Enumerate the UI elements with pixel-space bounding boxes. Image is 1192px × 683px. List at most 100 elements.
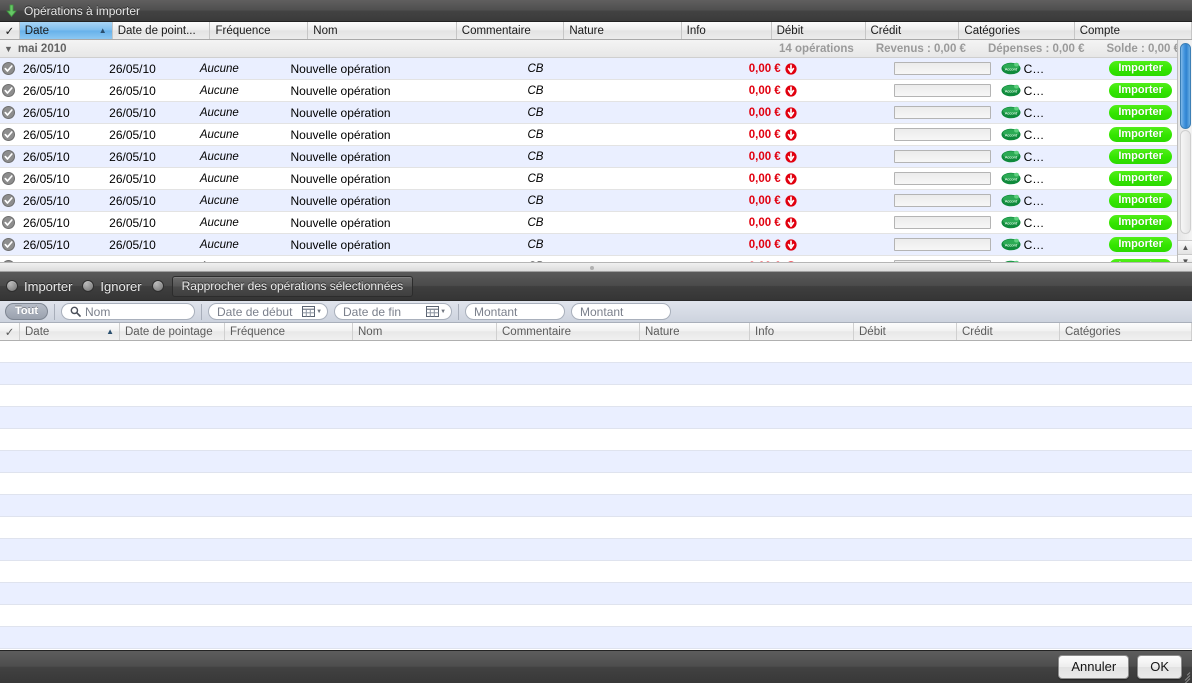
ok-button[interactable]: OK <box>1137 655 1182 679</box>
radio-rapprocher[interactable] <box>151 280 164 292</box>
cell-action[interactable]: Importer <box>1104 234 1177 255</box>
date-debut-input[interactable]: Date de début ▼ <box>208 303 329 320</box>
lower-column-header-credit[interactable]: Crédit <box>957 323 1060 340</box>
upper-column-header-nom[interactable]: Nom <box>308 22 457 39</box>
cancel-button[interactable]: Annuler <box>1058 655 1130 679</box>
table-row[interactable] <box>0 363 1192 385</box>
row-import-button[interactable]: Importer <box>1109 237 1172 252</box>
upper-vertical-scrollbar[interactable]: ▲ ▼ <box>1177 40 1192 268</box>
radio-button-icon[interactable] <box>6 280 18 292</box>
lower-column-header-comm[interactable]: Commentaire <box>497 323 640 340</box>
row-import-button[interactable]: Importer <box>1109 171 1172 186</box>
table-row[interactable]: 26/05/10 26/05/10 Aucune Nouvelle opération… <box>0 212 1177 234</box>
row-checkbox[interactable] <box>0 168 18 189</box>
lower-column-header-cat[interactable]: Catégories <box>1060 323 1192 340</box>
montant-max-input[interactable]: Montant <box>571 303 672 320</box>
category-input[interactable] <box>893 84 991 97</box>
table-row[interactable] <box>0 341 1192 363</box>
search-name-input[interactable]: Nom <box>61 303 196 320</box>
table-row[interactable] <box>0 605 1192 627</box>
cell-action[interactable]: Importer <box>1104 124 1177 145</box>
scrollbar-thumb[interactable] <box>1180 43 1191 129</box>
cell-action[interactable]: Importer <box>1104 212 1177 233</box>
cell-action[interactable]: Importer <box>1104 168 1177 189</box>
row-checkbox[interactable] <box>0 212 18 233</box>
category-input[interactable] <box>893 194 991 207</box>
row-import-button[interactable]: Importer <box>1109 83 1172 98</box>
table-row[interactable] <box>0 539 1192 561</box>
category-input[interactable] <box>893 62 991 75</box>
cell-action[interactable]: Importer <box>1104 80 1177 101</box>
category-input[interactable] <box>893 172 991 185</box>
table-row[interactable] <box>0 583 1192 605</box>
row-import-button[interactable]: Importer <box>1109 215 1172 230</box>
group-expand-icon[interactable]: ▼ <box>4 44 13 54</box>
row-checkbox[interactable] <box>0 190 18 211</box>
upper-column-header-credit[interactable]: Crédit <box>866 22 960 39</box>
lower-column-header-check[interactable]: ✓ <box>0 323 20 340</box>
table-row[interactable] <box>0 627 1192 649</box>
cell-action[interactable]: Importer <box>1104 102 1177 123</box>
category-input[interactable] <box>893 216 991 229</box>
group-header-row[interactable]: ▼ mai 2010 14 opérations Revenus : 0,00 … <box>0 40 1192 58</box>
table-row[interactable]: 26/05/10 26/05/10 Aucune Nouvelle opération… <box>0 80 1177 102</box>
upper-column-header-check[interactable]: ✓ <box>0 22 20 39</box>
row-import-button[interactable]: Importer <box>1109 149 1172 164</box>
row-checkbox[interactable] <box>0 234 18 255</box>
row-checkbox[interactable] <box>0 102 18 123</box>
table-row[interactable] <box>0 429 1192 451</box>
lower-column-header-freq[interactable]: Fréquence <box>225 323 353 340</box>
filter-tout-button[interactable]: Tout <box>5 303 49 320</box>
lower-column-header-debit[interactable]: Débit <box>854 323 957 340</box>
row-checkbox[interactable] <box>0 146 18 167</box>
category-input[interactable] <box>893 238 991 251</box>
table-row[interactable]: 26/05/10 26/05/10 Aucune Nouvelle opération… <box>0 146 1177 168</box>
table-row[interactable] <box>0 473 1192 495</box>
table-row[interactable]: 26/05/10 26/05/10 Aucune Nouvelle opération… <box>0 190 1177 212</box>
table-row[interactable] <box>0 385 1192 407</box>
lower-column-header-info[interactable]: Info <box>750 323 854 340</box>
lower-column-header-nature[interactable]: Nature <box>640 323 750 340</box>
row-checkbox[interactable] <box>0 58 18 79</box>
upper-column-header-nature[interactable]: Nature <box>564 22 682 39</box>
row-import-button[interactable]: Importer <box>1109 193 1172 208</box>
scroll-up-button[interactable]: ▲ <box>1178 240 1192 254</box>
resize-grip-icon[interactable] <box>1177 668 1191 683</box>
table-row[interactable]: 26/05/10 26/05/10 Aucune Nouvelle opération… <box>0 234 1177 256</box>
scrollbar-track[interactable] <box>1180 130 1191 234</box>
upper-column-header-freq[interactable]: Fréquence <box>210 22 309 39</box>
category-input[interactable] <box>893 106 991 119</box>
date-fin-input[interactable]: Date de fin ▼ <box>334 303 453 320</box>
montant-min-input[interactable]: Montant <box>465 303 566 320</box>
table-row[interactable]: 26/05/10 26/05/10 Aucune Nouvelle opération… <box>0 102 1177 124</box>
upper-column-header-debit[interactable]: Débit <box>772 22 866 39</box>
calendar-picker-end[interactable]: ▼ <box>426 306 446 317</box>
table-row[interactable] <box>0 561 1192 583</box>
upper-column-header-comm[interactable]: Commentaire <box>457 22 565 39</box>
row-checkbox[interactable] <box>0 80 18 101</box>
table-row[interactable]: 26/05/10 26/05/10 Aucune Nouvelle opération… <box>0 124 1177 146</box>
table-row[interactable] <box>0 451 1192 473</box>
lower-column-header-point[interactable]: Date de pointage <box>120 323 225 340</box>
upper-column-header-point[interactable]: Date de point... <box>113 22 211 39</box>
lower-column-header-date[interactable]: Date ▲ <box>20 323 120 340</box>
table-row[interactable] <box>0 517 1192 539</box>
upper-column-header-date[interactable]: Date ▲ <box>19 22 113 39</box>
upper-column-header-compte[interactable]: Compte <box>1075 22 1192 39</box>
cell-action[interactable]: Importer <box>1104 58 1177 79</box>
row-import-button[interactable]: Importer <box>1109 127 1172 142</box>
pane-splitter[interactable] <box>0 262 1192 272</box>
lower-column-header-nom[interactable]: Nom <box>353 323 497 340</box>
radio-ignorer[interactable]: Ignorer <box>82 279 142 294</box>
row-import-button[interactable]: Importer <box>1109 61 1172 76</box>
category-input[interactable] <box>893 128 991 141</box>
radio-importer[interactable]: Importer <box>6 279 72 294</box>
cell-action[interactable]: Importer <box>1104 146 1177 167</box>
cell-action[interactable]: Importer <box>1104 190 1177 211</box>
row-import-button[interactable]: Importer <box>1109 105 1172 120</box>
upper-column-header-info[interactable]: Info <box>682 22 772 39</box>
row-checkbox[interactable] <box>0 124 18 145</box>
table-row[interactable] <box>0 495 1192 517</box>
category-input[interactable] <box>893 150 991 163</box>
rapprocher-selected-operations-button[interactable]: Rapprocher des opérations sélectionnées <box>171 275 414 297</box>
